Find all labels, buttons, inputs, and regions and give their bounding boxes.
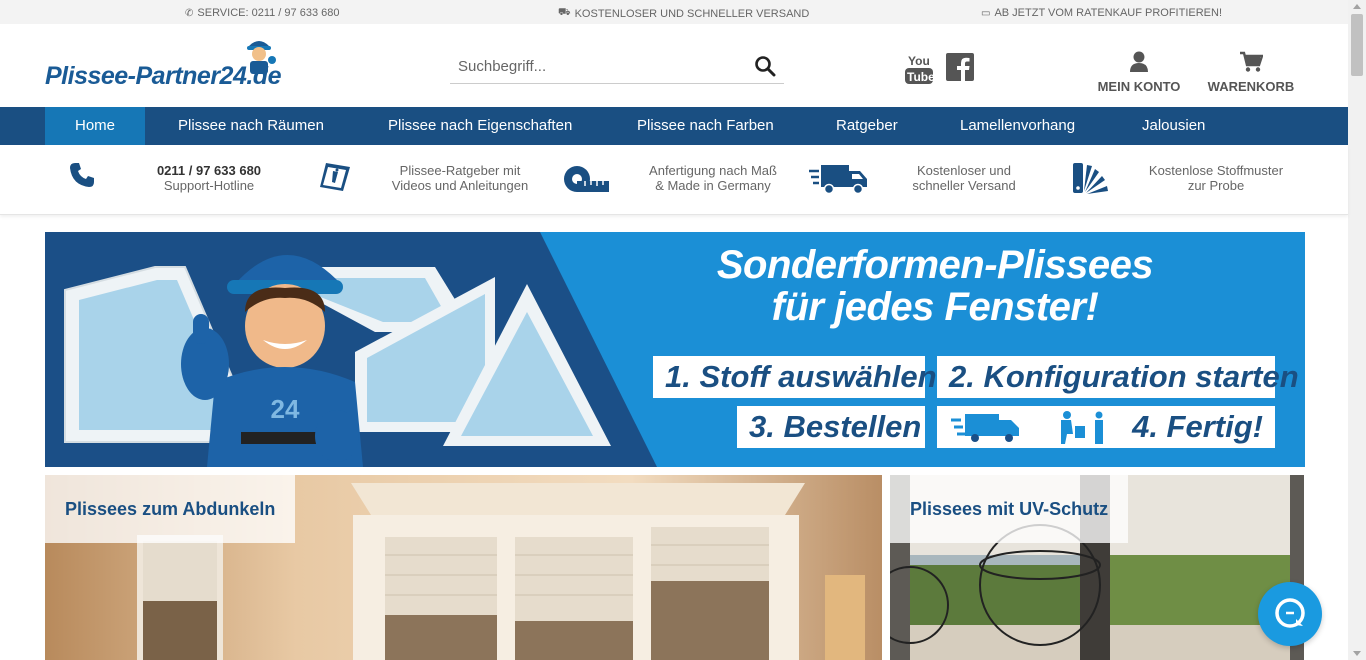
step-4-box: 4. Fertig! [937,406,1275,448]
tile-uv-protection[interactable]: Plissees mit UV-Schutz [890,475,1304,660]
financing-text: AB JETZT VOM RATENKAUF PROFITIEREN! [994,7,1223,19]
shipping-feature[interactable]: Kostenloser und schneller Versand [898,163,1030,193]
scroll-up-arrow[interactable] [1353,4,1361,9]
samples-line2: zur Probe [1187,178,1245,193]
svg-text:Tube: Tube [907,70,934,84]
search-input[interactable] [450,52,740,80]
mascot-number: 24 [271,394,300,424]
service-text: SERVICE: 0211 / 97 633 680 [197,7,340,19]
usp-strip: 0211 / 97 633 680 Support-Hotline Plisse… [0,145,1348,215]
shipping-line2: schneller Versand [912,178,1016,193]
nav-item-home[interactable]: Home [45,107,146,145]
shipping-text: KOSTENLOSER UND SCHNELLER VERSAND [574,7,810,20]
nav-item-lamellas[interactable]: Lamellenvorhang [930,107,1105,145]
step-2-box: 2. Konfiguration starten [937,356,1299,398]
site-header: Plissee-Partner24.de You Tube [0,24,1348,107]
hotline-number: 0211 / 97 633 680 [156,163,262,178]
site-logo[interactable]: Plissee-Partner24.de [45,34,310,94]
truck-icon: ⛟ [558,7,571,18]
cart-icon [1240,51,1263,72]
nav-item-rooms[interactable]: Plissee nach Räumen [148,107,354,145]
facebook-glyph-icon [957,57,970,81]
financing-info[interactable]: ▭ AB JETZT VOM RATENKAUF PROFITIEREN! [981,7,1222,19]
custom-feature[interactable]: Anfertigung nach Maß & Made in Germany [640,163,786,193]
shipping-line1: Kostenloser und [917,163,1011,178]
youtube-icon[interactable]: You Tube [904,53,934,85]
scroll-down-arrow[interactable] [1353,651,1361,656]
phone-hotline-icon [70,163,94,187]
hotline-feature[interactable]: 0211 / 97 633 680 Support-Hotline [150,163,268,193]
nav-item-blinds[interactable]: Jalousien [1112,107,1235,145]
account-label: MEIN KONTO [1097,79,1181,94]
chat-button[interactable] [1258,582,1322,646]
search-bar [450,48,784,84]
tile-darkening-label: Plissees zum Abdunkeln [45,475,296,543]
service-info[interactable]: ✆ SERVICE: 0211 / 97 633 680 [185,7,339,19]
facebook-icon[interactable] [946,53,974,81]
guide-line2: Videos und Anleitungen [391,178,529,193]
tile-darkening[interactable]: Plissees zum Abdunkeln [45,475,882,660]
samples-feature[interactable]: Kostenlose Stoffmuster zur Probe [1140,163,1292,193]
banner-title: Sonderformen-Plissees für jedes Fenster! [705,244,1165,328]
tape-measure-icon [564,166,609,192]
logo-mascot-icon [247,41,276,74]
fabric-samples-icon [1073,163,1108,194]
custom-line1: Anfertigung nach Maß [649,163,777,178]
top-info-bar: ✆ SERVICE: 0211 / 97 633 680 ⛟ KOSTENLOS… [0,0,1348,24]
delivery-truck-icon [809,165,867,195]
chat-icon [1275,598,1305,628]
account-button[interactable]: MEIN KONTO [1097,51,1181,94]
nav-item-properties[interactable]: Plissee nach Eigenschaften [358,107,602,145]
search-icon[interactable] [754,55,776,77]
user-icon [1130,51,1148,72]
step-1-box: 1. Stoff auswählen [653,356,937,398]
banner-title-line2: für jedes Fenster! [771,285,1099,329]
guide-line1: Plissee-Ratgeber mit [399,163,521,178]
cart-label: WARENKORB [1207,79,1295,94]
hero-banner[interactable]: 24 Sonderformen-Plissees für jedes Fenst… [45,232,1305,467]
hotline-label: Support-Hotline [163,178,255,193]
main-navigation: Home Plissee nach Räumen Plissee nach Ei… [0,107,1348,145]
step-3-box: 3. Bestellen [737,406,925,448]
scroll-thumb[interactable] [1351,14,1363,76]
nav-item-guide[interactable]: Ratgeber [806,107,928,145]
cart-button[interactable]: WARENKORB [1207,51,1295,94]
page-scrollbar[interactable] [1348,0,1366,660]
nav-item-colors[interactable]: Plissee nach Farben [607,107,804,145]
guide-feature[interactable]: Plissee-Ratgeber mit Videos und Anleitun… [380,163,540,193]
phone-icon: ✆ [185,7,194,19]
custom-line2: & Made in Germany [655,178,771,193]
book-icon [320,163,350,191]
samples-line1: Kostenlose Stoffmuster [1148,163,1284,178]
step-4-label: 4. Fertig! [1132,409,1263,444]
money-icon: ▭ [981,7,991,19]
banner-delivery-person-icon [1061,411,1103,444]
tile-uv-label: Plissees mit UV-Schutz [890,475,1129,543]
page: ✆ SERVICE: 0211 / 97 633 680 ⛟ KOSTENLOS… [0,0,1366,660]
shipping-info: ⛟ KOSTENLOSER UND SCHNELLER VERSAND [558,7,809,20]
banner-title-line1: Sonderformen-Plissees [716,243,1154,287]
banner-truck-icon [951,414,1019,442]
svg-text:You: You [908,54,930,68]
